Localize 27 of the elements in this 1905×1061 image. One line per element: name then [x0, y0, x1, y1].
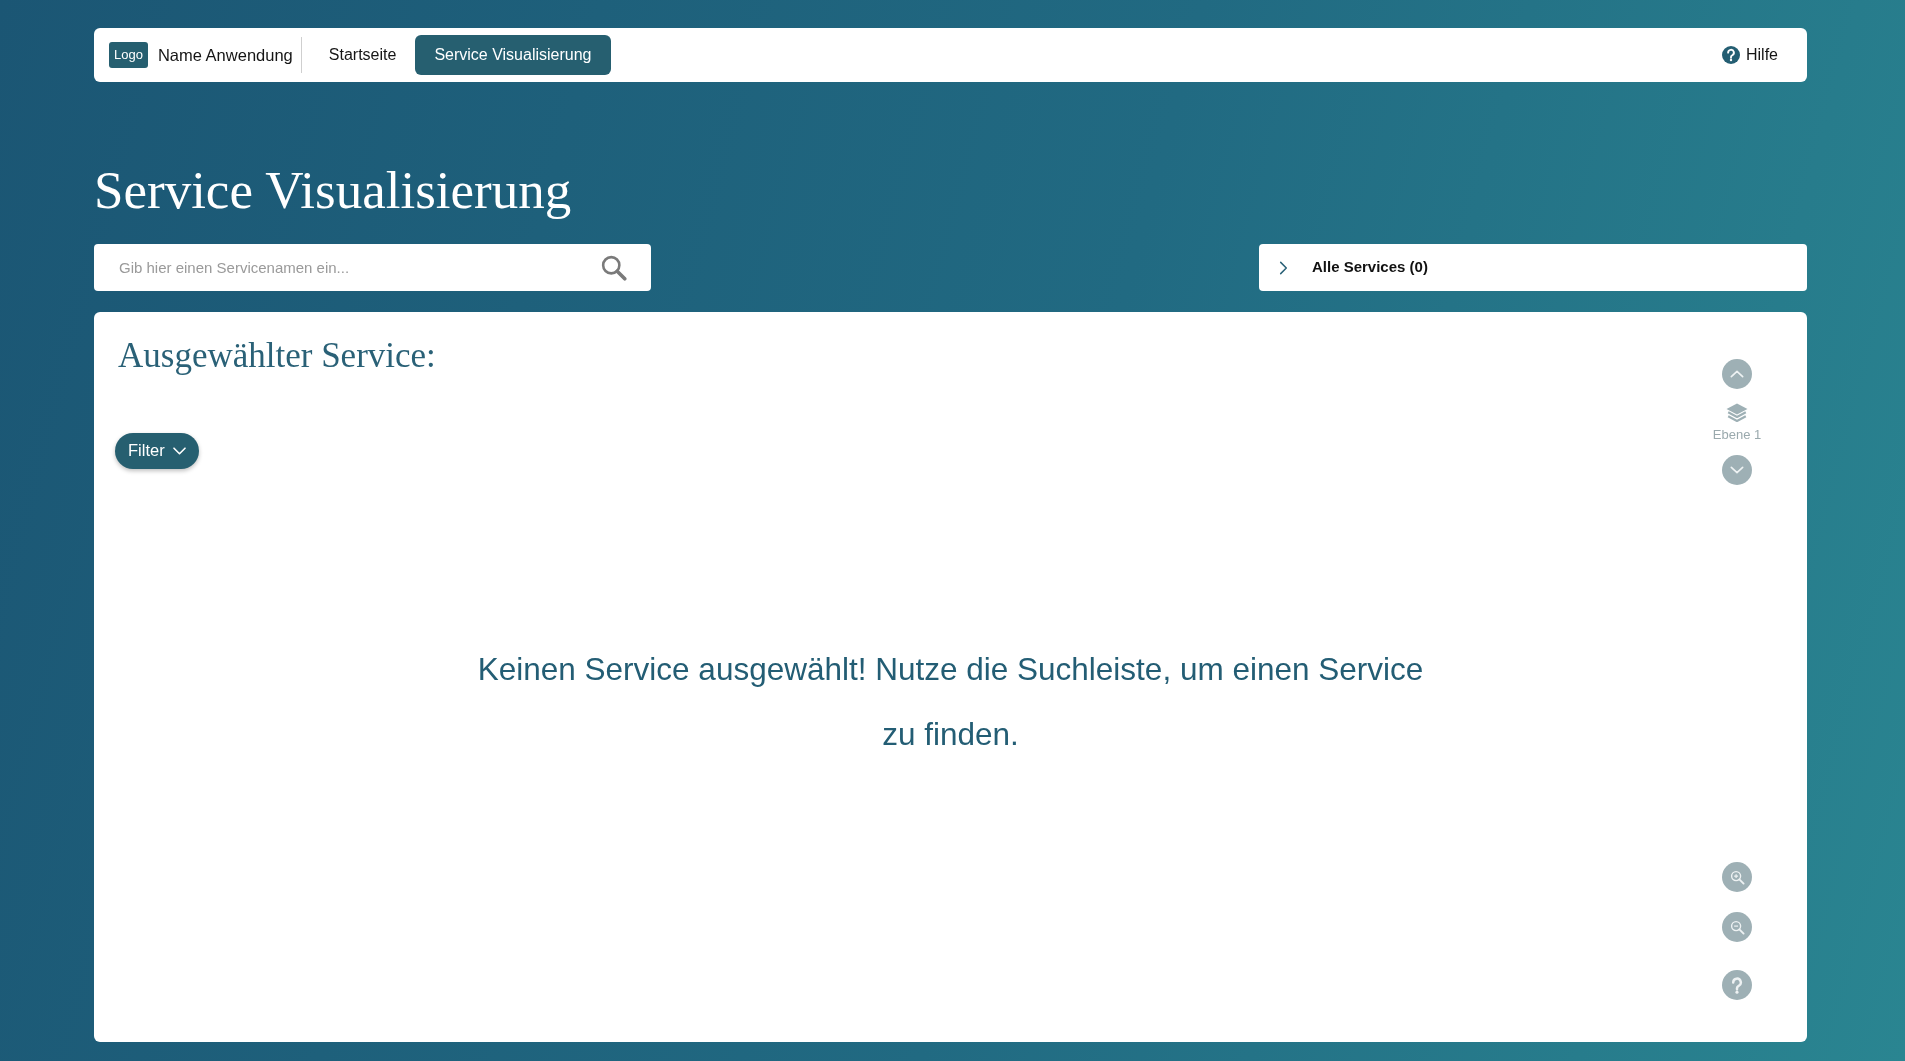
services-toggle[interactable]: Alle Services (0): [1259, 244, 1807, 291]
chevron-down-icon: [1730, 466, 1744, 474]
logo: Logo: [109, 42, 148, 68]
chevron-down-icon: [172, 446, 186, 455]
nav-link[interactable]: Startseite: [309, 35, 416, 75]
section-title: Ausgewählter Service:: [118, 335, 436, 377]
zoom-out-button[interactable]: [1722, 912, 1752, 942]
help-link[interactable]: Hilfe: [1722, 43, 1778, 67]
page-title: Service Visualisierung: [94, 160, 572, 221]
nav-link[interactable]: Service Visualisierung: [415, 35, 611, 75]
filter-button[interactable]: Filter: [115, 432, 199, 469]
level-down-button[interactable]: [1722, 455, 1752, 485]
app-name: Name Anwendung: [157, 44, 293, 66]
level-label: Ebene 1: [1712, 427, 1762, 443]
zoom-in-button[interactable]: [1722, 862, 1752, 892]
search-icon[interactable]: [600, 254, 627, 281]
empty-state-message: Keinen Service ausgewählt! Nutze die Suchleiste, um einen Service zu finden.: [476, 650, 1425, 754]
zoom-in-icon: [1729, 869, 1745, 885]
question-icon: [1731, 975, 1743, 995]
zoom-out-icon: [1729, 919, 1745, 935]
help-button[interactable]: [1722, 970, 1752, 1000]
search-field[interactable]: Gib hier einen Servicenamen ein...: [94, 244, 651, 291]
chevron-right-icon: [1279, 260, 1288, 275]
chevron-up-icon: [1730, 370, 1744, 378]
layers-icon: [1726, 403, 1748, 422]
level-up-button[interactable]: [1722, 359, 1752, 389]
help-icon: [1722, 46, 1740, 64]
